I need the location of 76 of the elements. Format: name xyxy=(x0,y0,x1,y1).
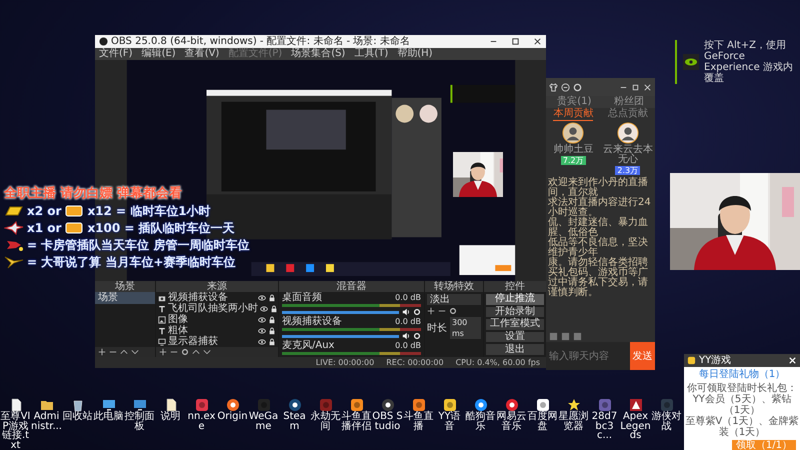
popup-title: YY游戏 xyxy=(699,354,732,367)
live-status: LIVE: 00:00:00 xyxy=(316,357,374,368)
menu-item[interactable]: 工具(T) xyxy=(354,48,388,60)
channel-name: 视频捕获设备 xyxy=(282,316,342,327)
overlay-text: x12 = 临时车位1小时 xyxy=(87,203,211,219)
control-button[interactable]: 退出 xyxy=(486,344,544,355)
menu-item[interactable]: 帮助(H) xyxy=(397,48,433,60)
icon-label[interactable]: Apex Legends xyxy=(620,412,651,440)
window-title: OBS 25.0.8 (64-bit, windows) - 配置文件: 未命名 - 场景: 未命名 xyxy=(111,36,410,48)
control-button[interactable]: 设置 xyxy=(486,332,544,342)
dock-title: 来源 xyxy=(156,281,278,292)
source-item[interactable]: 粗体 xyxy=(168,325,256,336)
icon-label[interactable]: 此电脑 xyxy=(93,412,124,422)
notice-message: 欢迎来到作小丹的直播间，直尔就 求法对直播内容进行24小时巡查。 侃、封建迷信、暴力血腥、低俗色 低品等不良信息，坚决维护青少年 康。请勿轻信各类招聘 买礼包码、游戏币等广 过中请务私下交易，请谨慎判断。 xyxy=(547,176,652,300)
icon-label[interactable]: 控制面板 xyxy=(124,412,155,431)
transition-select[interactable]: 淡出 xyxy=(427,294,481,305)
scene-item[interactable]: 场景 xyxy=(95,292,155,304)
menu-item[interactable]: 场景集合(S) xyxy=(291,48,346,60)
overlay-text: x100 = 插队临时车位一天 xyxy=(87,220,235,236)
icon-label[interactable]: 斗鱼直播 xyxy=(403,412,434,431)
user-name: 云来云去本无心 xyxy=(602,145,654,165)
icon-label[interactable]: 说明 xyxy=(155,412,186,422)
icon-label[interactable]: 回收站 xyxy=(62,412,93,422)
icon-label[interactable]: 酷狗音乐 xyxy=(465,412,496,431)
notification-text: 按下 Alt+Z，使用 GeForce Experience 游戏内覆盖 xyxy=(704,40,794,84)
overlay-text: x1 or xyxy=(27,220,62,236)
icon-label[interactable]: 星愿浏览器 xyxy=(558,412,589,431)
chat-input[interactable]: 输入聊天内容 xyxy=(546,342,630,370)
icon-label[interactable]: nn.exe xyxy=(186,412,217,431)
performance-status: CPU: 0.4%, 60.00 fps xyxy=(456,357,540,368)
popup-heading: 每日登陆礼物（1） xyxy=(698,369,786,381)
dock-title: 场景 xyxy=(95,281,155,292)
volume-reading: 0.0 dB xyxy=(395,292,421,303)
icon-label[interactable]: 百度网盘 xyxy=(527,412,558,431)
icon-label[interactable]: YY语音 xyxy=(434,412,465,431)
source-item[interactable]: 飞机司队抽奖两小时 xyxy=(168,303,258,314)
icon-label[interactable]: Administr... xyxy=(31,412,62,431)
volume-reading: 0.0 dB xyxy=(395,316,421,327)
level-badge: 2.3万 xyxy=(615,166,640,175)
channel-name: 麦克风/Aux xyxy=(282,340,334,351)
source-item[interactable]: 图像 xyxy=(168,314,256,325)
rank-tab[interactable]: 本周贡献 xyxy=(553,108,594,121)
level-badge: 7.2万 xyxy=(560,156,586,165)
overlay-heading: 全职主播 请勿白嫖 弹幕都会看 xyxy=(4,186,184,202)
control-button[interactable]: 开始录制 xyxy=(486,306,544,318)
icon-label[interactable]: 至尊VIP游戏链接.txt xyxy=(0,412,31,450)
icon-label[interactable]: 游侠对战 xyxy=(651,412,682,431)
user-name: 帅帅土豆 xyxy=(553,145,594,155)
control-button[interactable]: 停止推流 xyxy=(486,294,544,305)
icon-label[interactable]: WeGame xyxy=(248,412,279,431)
icon-label[interactable]: 永劫无间 xyxy=(310,412,341,431)
icon-label[interactable]: 28d7bc3c... xyxy=(589,412,620,440)
rank-tab[interactable]: 总点贡献 xyxy=(608,108,648,121)
overlay-text: = 卡房管插队当天车位 房管一周临时车位 xyxy=(27,237,250,253)
panel-tab[interactable]: 贵宾(1) xyxy=(557,96,592,108)
icon-label[interactable]: Steam xyxy=(279,412,310,431)
source-item[interactable]: 显示器捕获 xyxy=(168,336,256,347)
menu-item[interactable]: 文件(F) xyxy=(99,48,133,60)
icon-label[interactable]: Origin xyxy=(217,412,248,422)
dock-title: 控件 xyxy=(484,281,546,292)
menu-item[interactable]: 编辑(E) xyxy=(142,48,176,60)
duration-label: 时长 xyxy=(427,322,447,334)
control-button[interactable]: 工作室模式 xyxy=(486,319,544,330)
icon-label[interactable]: 斗鱼直播伴侣 xyxy=(341,412,372,431)
dock-title: 混音器 xyxy=(279,281,424,292)
record-status: REC: 00:00:00 xyxy=(386,357,444,368)
popup-message: 你可领取登陆时长礼包： YY会员（5天）、紫钻（1天） 至尊紫V（1天）、金牌紫装（1天） xyxy=(685,383,799,438)
icon-label[interactable]: 网易云音乐 xyxy=(496,412,527,431)
menu-item[interactable]: 查看(V) xyxy=(184,48,220,60)
dock-title: 转场特效 xyxy=(425,281,483,292)
overlay-text: x2 or xyxy=(27,203,62,219)
duration-field[interactable]: 300 ms xyxy=(450,317,481,339)
overlay-text: = 大哥说了算 当月车位+赛季临时车位 xyxy=(27,254,236,270)
panel-tab[interactable]: 粉丝团 xyxy=(614,96,644,108)
volume-reading: 0.0 dB xyxy=(395,340,421,351)
icon-label[interactable]: OBS Studio xyxy=(372,412,403,431)
